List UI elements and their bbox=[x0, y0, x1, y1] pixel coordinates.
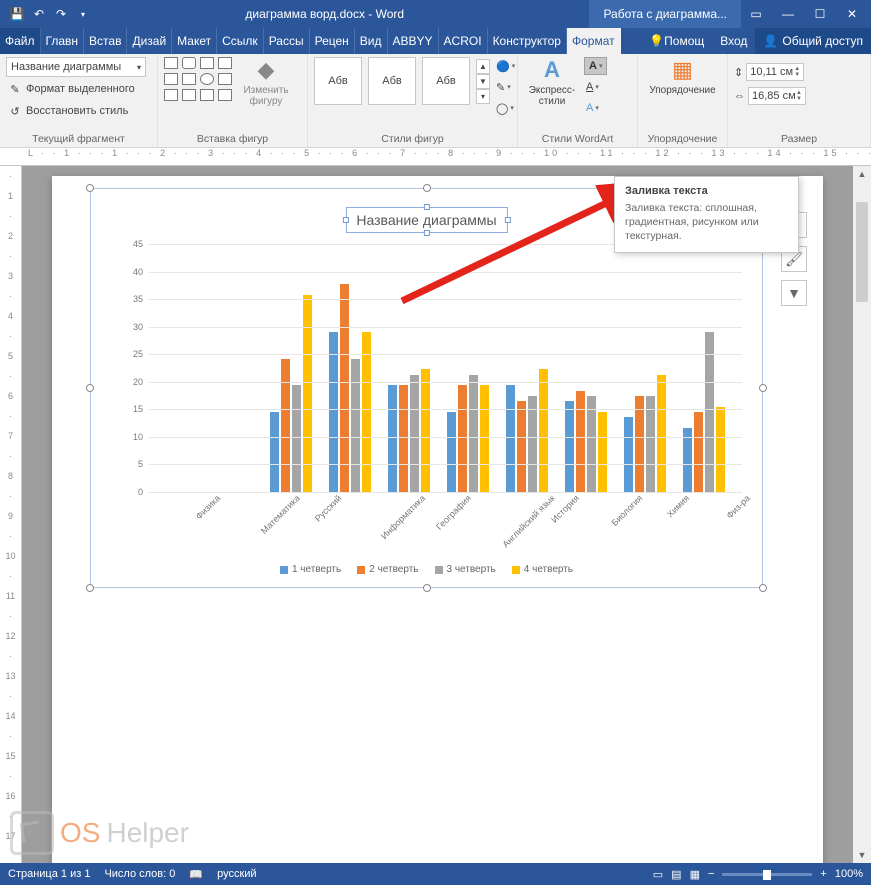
group-current-fragment: Название диаграммы▾ ✎Формат выделенного … bbox=[0, 54, 158, 147]
arrange-button[interactable]: ▦ Упорядочение bbox=[655, 57, 711, 96]
minimize-icon[interactable]: — bbox=[773, 7, 803, 21]
chart-filters-button[interactable]: ▼ bbox=[781, 280, 807, 306]
save-icon[interactable]: 💾 bbox=[8, 7, 26, 21]
tab-help[interactable]: 💡 Помощ bbox=[641, 28, 712, 54]
share-button[interactable]: 👤 Общий доступ bbox=[755, 28, 871, 54]
tooltip-text-fill: Заливка текста Заливка текста: сплошная,… bbox=[614, 176, 799, 253]
undo-icon[interactable]: ↶ bbox=[30, 7, 48, 21]
maximize-icon[interactable]: ☐ bbox=[805, 7, 835, 21]
shape-outline-button[interactable]: ✎▾ bbox=[494, 78, 517, 96]
edit-shape-icon: ◆ bbox=[258, 57, 275, 83]
width-icon: ⇔ bbox=[734, 90, 745, 102]
group-insert-shapes: ◆ Изменить фигуру Вставка фигур bbox=[158, 54, 308, 147]
group-arrange: ▦ Упорядочение Упорядочение bbox=[638, 54, 728, 147]
view-web-icon[interactable]: ▦ bbox=[690, 868, 700, 881]
tab-insert[interactable]: Встав bbox=[84, 28, 127, 54]
chart-tools-tab[interactable]: Работа с диаграмма... bbox=[589, 0, 741, 28]
vertical-ruler: ·1·2·3·4·5·6·7·8·9·10·11·12·13·14·15·16·… bbox=[0, 166, 22, 863]
text-outline-button[interactable]: A▾ bbox=[584, 78, 607, 96]
tab-abbyy[interactable]: ABBYY bbox=[388, 28, 439, 54]
height-icon: ⇕ bbox=[734, 66, 743, 79]
tab-mailings[interactable]: Рассы bbox=[264, 28, 310, 54]
shape-fill-button[interactable]: 🔵▾ bbox=[494, 57, 517, 75]
zoom-slider[interactable] bbox=[722, 873, 812, 876]
shape-style-gallery[interactable]: Абв Абв Абв ▲ ▼ ▾ bbox=[314, 57, 490, 105]
change-shape-button[interactable]: ◆ Изменить фигуру bbox=[238, 57, 294, 107]
group-shape-styles: Абв Абв Абв ▲ ▼ ▾ 🔵▾ ✎▾ ◯▾ Стили фигур bbox=[308, 54, 518, 147]
tab-acrobat[interactable]: ACROI bbox=[439, 28, 488, 54]
gallery-more-icon[interactable]: ▾ bbox=[476, 89, 490, 104]
tab-references[interactable]: Ссылк bbox=[217, 28, 264, 54]
shape-gallery[interactable] bbox=[164, 57, 234, 103]
tab-review[interactable]: Рецен bbox=[310, 28, 355, 54]
quick-styles-button[interactable]: A Экспресс-стили bbox=[524, 57, 580, 107]
proofing-icon[interactable]: 📖 bbox=[189, 868, 203, 881]
arrange-icon: ▦ bbox=[672, 57, 693, 83]
tab-format[interactable]: Формат bbox=[567, 28, 621, 54]
qat-more-icon[interactable]: ▾ bbox=[74, 10, 92, 19]
ribbon-tabs: Файл Главн Встав Дизай Макет Ссылк Рассы… bbox=[0, 28, 871, 54]
gallery-down-icon[interactable]: ▼ bbox=[476, 74, 490, 89]
text-effects-button[interactable]: A▾ bbox=[584, 99, 607, 117]
chart-plot-area: 051015202530354045 bbox=[123, 244, 742, 492]
status-bar: Страница 1 из 1 Число слов: 0 📖 русский … bbox=[0, 863, 871, 885]
gallery-up-icon[interactable]: ▲ bbox=[476, 59, 490, 74]
document-title: диаграмма ворд.docx - Word bbox=[100, 7, 549, 21]
title-bar: 💾 ↶ ↷ ▾ диаграмма ворд.docx - Word Работ… bbox=[0, 0, 871, 28]
height-input[interactable]: ⇕ 10,11 см▲▼ bbox=[734, 63, 804, 81]
ribbon-options-icon[interactable]: ▭ bbox=[741, 7, 771, 21]
shape-effects-button[interactable]: ◯▾ bbox=[494, 99, 517, 117]
chart-title[interactable]: Название диаграммы bbox=[345, 207, 507, 233]
tab-file[interactable]: Файл bbox=[0, 28, 41, 54]
page[interactable]: Заливка текста Заливка текста: сплошная,… bbox=[52, 176, 823, 863]
chart-element-selector[interactable]: Название диаграммы▾ bbox=[6, 57, 146, 77]
zoom-in-icon[interactable]: + bbox=[820, 868, 826, 880]
scroll-down-icon[interactable]: ▼ bbox=[853, 847, 871, 863]
width-input[interactable]: ⇔ 16,85 см▲▼ bbox=[734, 87, 806, 105]
scroll-thumb[interactable] bbox=[856, 202, 868, 302]
group-wordart-styles: A Экспресс-стили A▾ A▾ A▾ Стили WordArt bbox=[518, 54, 638, 147]
text-fill-button[interactable]: A▾ bbox=[584, 57, 607, 75]
tab-home[interactable]: Главн bbox=[41, 28, 85, 54]
ribbon: Название диаграммы▾ ✎Формат выделенного … bbox=[0, 54, 871, 148]
zoom-out-icon[interactable]: − bbox=[708, 868, 714, 880]
vertical-scrollbar[interactable]: ▲ ▼ bbox=[853, 166, 871, 863]
tab-view[interactable]: Вид bbox=[355, 28, 388, 54]
document-area: Заливка текста Заливка текста: сплошная,… bbox=[22, 166, 853, 863]
group-size: ⇕ 10,11 см▲▼ ⇔ 16,85 см▲▼ Размер bbox=[728, 54, 871, 147]
view-print-icon[interactable]: ▤ bbox=[671, 868, 681, 881]
view-read-icon[interactable]: ▭ bbox=[653, 868, 663, 881]
tab-layout[interactable]: Макет bbox=[172, 28, 217, 54]
redo-icon[interactable]: ↷ bbox=[52, 7, 70, 21]
word-count[interactable]: Число слов: 0 bbox=[104, 868, 175, 880]
format-selection-button[interactable]: ✎Формат выделенного bbox=[6, 79, 137, 99]
page-indicator[interactable]: Страница 1 из 1 bbox=[8, 868, 90, 880]
reset-style-button[interactable]: ↺Восстановить стиль bbox=[6, 101, 130, 121]
tab-design[interactable]: Дизай bbox=[127, 28, 172, 54]
scroll-up-icon[interactable]: ▲ bbox=[853, 166, 871, 182]
language-indicator[interactable]: русский bbox=[217, 868, 256, 880]
zoom-level[interactable]: 100% bbox=[835, 868, 863, 880]
close-icon[interactable]: ✕ bbox=[837, 7, 867, 21]
tab-signin[interactable]: Вход bbox=[712, 28, 755, 54]
tab-constructor[interactable]: Конструктор bbox=[488, 28, 567, 54]
wordart-a-icon: A bbox=[544, 57, 560, 83]
horizontal-ruler: L · · 1 · · · 1 · · · 2 · · · 3 · · · 4 … bbox=[0, 148, 871, 166]
